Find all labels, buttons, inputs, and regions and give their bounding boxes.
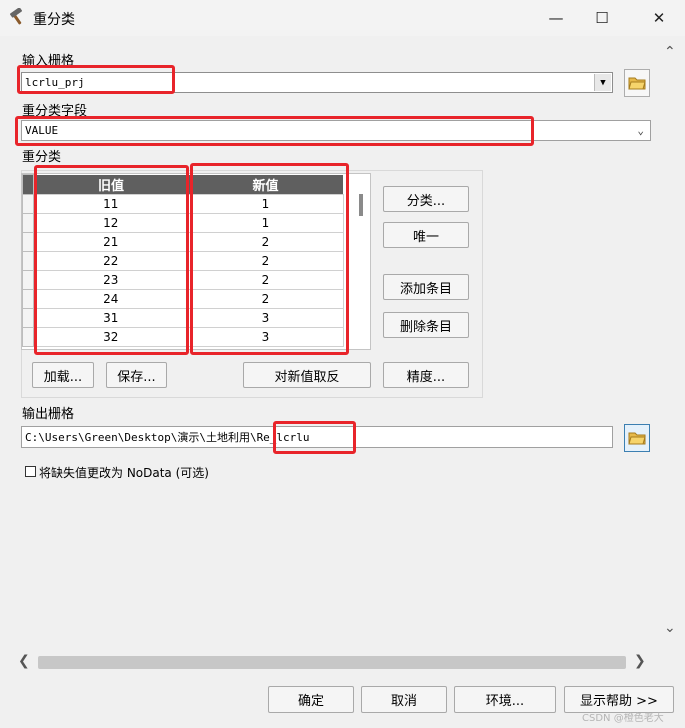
- window-title: 重分类: [33, 12, 75, 28]
- dropdown-arrow-icon[interactable]: ▼: [594, 74, 611, 91]
- row-header[interactable]: [22, 250, 34, 271]
- old-value-cell[interactable]: 22: [33, 250, 189, 271]
- reclass-field-value: VALUE: [25, 124, 59, 137]
- table-scrollbar-thumb[interactable]: [359, 194, 363, 216]
- new-value-cell[interactable]: 1: [187, 212, 344, 233]
- cancel-button[interactable]: 取消: [361, 686, 447, 713]
- table-row[interactable]: 32 3: [22, 326, 344, 347]
- old-value-cell[interactable]: 32: [33, 326, 189, 347]
- environments-button[interactable]: 环境...: [454, 686, 556, 713]
- load-button[interactable]: 加载...: [32, 362, 94, 388]
- output-raster-label: 输出栅格: [22, 407, 75, 422]
- old-value-cell[interactable]: 11: [33, 193, 189, 214]
- column-header-new[interactable]: 新值: [188, 174, 343, 194]
- watermark: CSDN @橙色老大: [582, 713, 664, 724]
- folder-icon: [628, 77, 646, 90]
- reclass-label: 重分类: [22, 150, 62, 165]
- old-value-cell[interactable]: 21: [33, 231, 189, 252]
- table-row[interactable]: 22 2: [22, 250, 344, 271]
- new-value-cell[interactable]: 3: [187, 307, 344, 328]
- nodata-checkbox-label: 将缺失值更改为 NoData (可选): [39, 466, 209, 480]
- scroll-left-icon[interactable]: ❮: [18, 653, 30, 669]
- input-raster-browse-button[interactable]: [624, 69, 650, 97]
- table-row[interactable]: 21 2: [22, 231, 344, 252]
- chevron-down-icon: ⌄: [637, 124, 644, 137]
- hammer-icon: [8, 7, 26, 26]
- table-row[interactable]: 24 2: [22, 288, 344, 309]
- output-raster-browse-button[interactable]: [624, 424, 650, 452]
- output-raster-input[interactable]: C:\Users\Green\Desktop\演示\土地利用\Re_lcrlu: [21, 426, 613, 448]
- input-raster-combobox[interactable]: lcrlu_prj ▼: [21, 72, 613, 93]
- new-value-cell[interactable]: 2: [187, 288, 344, 309]
- new-value-cell[interactable]: 2: [187, 250, 344, 271]
- folder-icon: [628, 432, 646, 445]
- save-button[interactable]: 保存...: [106, 362, 167, 388]
- output-raster-value: C:\Users\Green\Desktop\演示\土地利用\Re_lcrlu: [25, 431, 310, 444]
- horizontal-scrollbar-thumb[interactable]: [38, 656, 626, 669]
- row-header[interactable]: [22, 307, 34, 328]
- old-value-cell[interactable]: 12: [33, 212, 189, 233]
- ok-button[interactable]: 确定: [268, 686, 354, 713]
- delete-entry-button[interactable]: 删除条目: [383, 312, 469, 338]
- row-header[interactable]: [22, 231, 34, 252]
- table-row[interactable]: 11 1: [22, 193, 344, 214]
- reverse-new-values-button[interactable]: 对新值取反: [243, 362, 371, 388]
- input-raster-label: 输入栅格: [22, 54, 75, 69]
- unique-button[interactable]: 唯一: [383, 222, 469, 248]
- input-raster-value: lcrlu_prj: [25, 76, 85, 89]
- nodata-checkbox[interactable]: [25, 466, 36, 477]
- old-value-cell[interactable]: 23: [33, 269, 189, 290]
- new-value-cell[interactable]: 3: [187, 326, 344, 347]
- reclass-field-select[interactable]: VALUE ⌄: [21, 120, 651, 141]
- table-row[interactable]: 31 3: [22, 307, 344, 328]
- reclass-field-label: 重分类字段: [22, 104, 88, 119]
- old-value-cell[interactable]: 31: [33, 307, 189, 328]
- scroll-down-icon[interactable]: ⌄: [664, 620, 676, 636]
- column-header-old[interactable]: 旧值: [33, 174, 188, 194]
- new-value-cell[interactable]: 2: [187, 269, 344, 290]
- close-button[interactable]: ✕: [636, 0, 682, 36]
- precision-button[interactable]: 精度...: [383, 362, 469, 388]
- old-value-cell[interactable]: 24: [33, 288, 189, 309]
- table-row[interactable]: 12 1: [22, 212, 344, 233]
- row-header[interactable]: [22, 269, 34, 290]
- new-value-cell[interactable]: 2: [187, 231, 344, 252]
- add-entry-button[interactable]: 添加条目: [383, 274, 469, 300]
- row-header[interactable]: [22, 326, 34, 347]
- reclass-table[interactable]: 旧值 新值 11 1 12 1 21 2 22 2 23 2 24 2 31 3 32 3: [21, 173, 371, 350]
- row-header[interactable]: [22, 288, 34, 309]
- maximize-button[interactable]: ☐: [579, 0, 625, 36]
- new-value-cell[interactable]: 1: [187, 193, 344, 214]
- table-row[interactable]: 23 2: [22, 269, 344, 290]
- minimize-button[interactable]: —: [533, 0, 579, 36]
- scroll-up-icon[interactable]: ⌃: [664, 44, 676, 60]
- scroll-right-icon[interactable]: ❯: [634, 653, 646, 669]
- row-header[interactable]: [22, 212, 34, 233]
- classify-button[interactable]: 分类...: [383, 186, 469, 212]
- row-header[interactable]: [22, 193, 34, 214]
